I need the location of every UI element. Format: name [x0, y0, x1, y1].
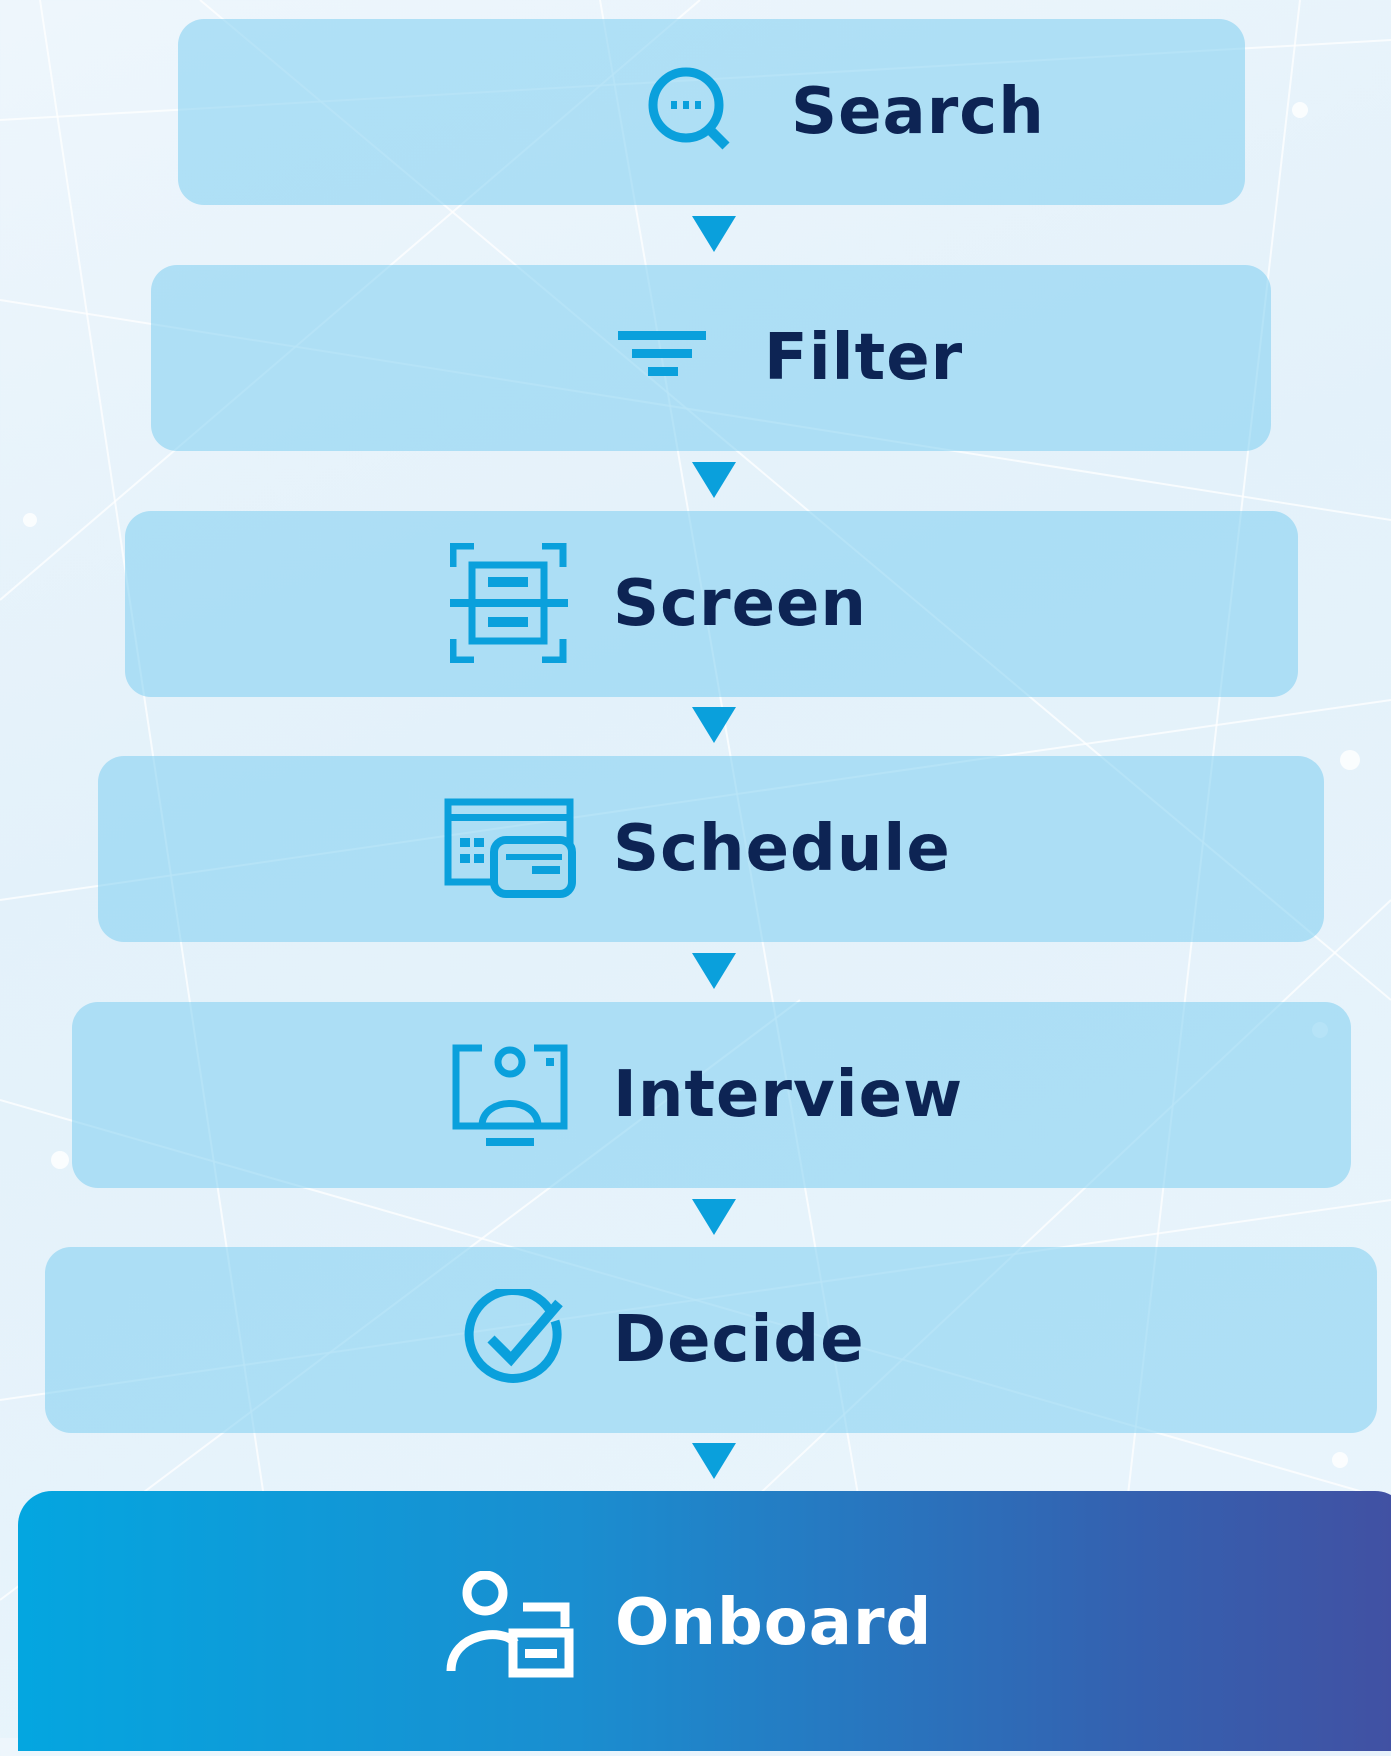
step-label: Schedule [613, 812, 951, 886]
step-onboard: Onboard [18, 1491, 1391, 1751]
schedule-icon [444, 798, 576, 898]
search-icon [648, 67, 730, 150]
interview-icon [452, 1044, 568, 1146]
step-label: Filter [764, 321, 964, 395]
flow-arrow [692, 216, 736, 252]
flow-arrow [692, 1199, 736, 1235]
check-circle-icon [464, 1289, 563, 1383]
screen-scan-icon [450, 543, 568, 663]
step-screen: Screen [125, 511, 1298, 697]
step-interview: Interview [72, 1002, 1351, 1188]
step-label: Onboard [615, 1586, 933, 1660]
step-label: Screen [613, 567, 867, 641]
onboard-icon [446, 1571, 574, 1678]
flow-arrow [692, 707, 736, 743]
step-label: Search [791, 75, 1045, 149]
step-label: Interview [613, 1058, 964, 1132]
step-decide: Decide [45, 1247, 1377, 1433]
filter-icon [618, 331, 706, 376]
step-label: Decide [613, 1303, 865, 1377]
step-schedule: Schedule [98, 756, 1324, 942]
flow-arrow [692, 462, 736, 498]
step-search: Search [178, 19, 1245, 205]
step-filter: Filter [151, 265, 1271, 451]
flow-arrow [692, 953, 736, 989]
flow-arrow [692, 1443, 736, 1479]
